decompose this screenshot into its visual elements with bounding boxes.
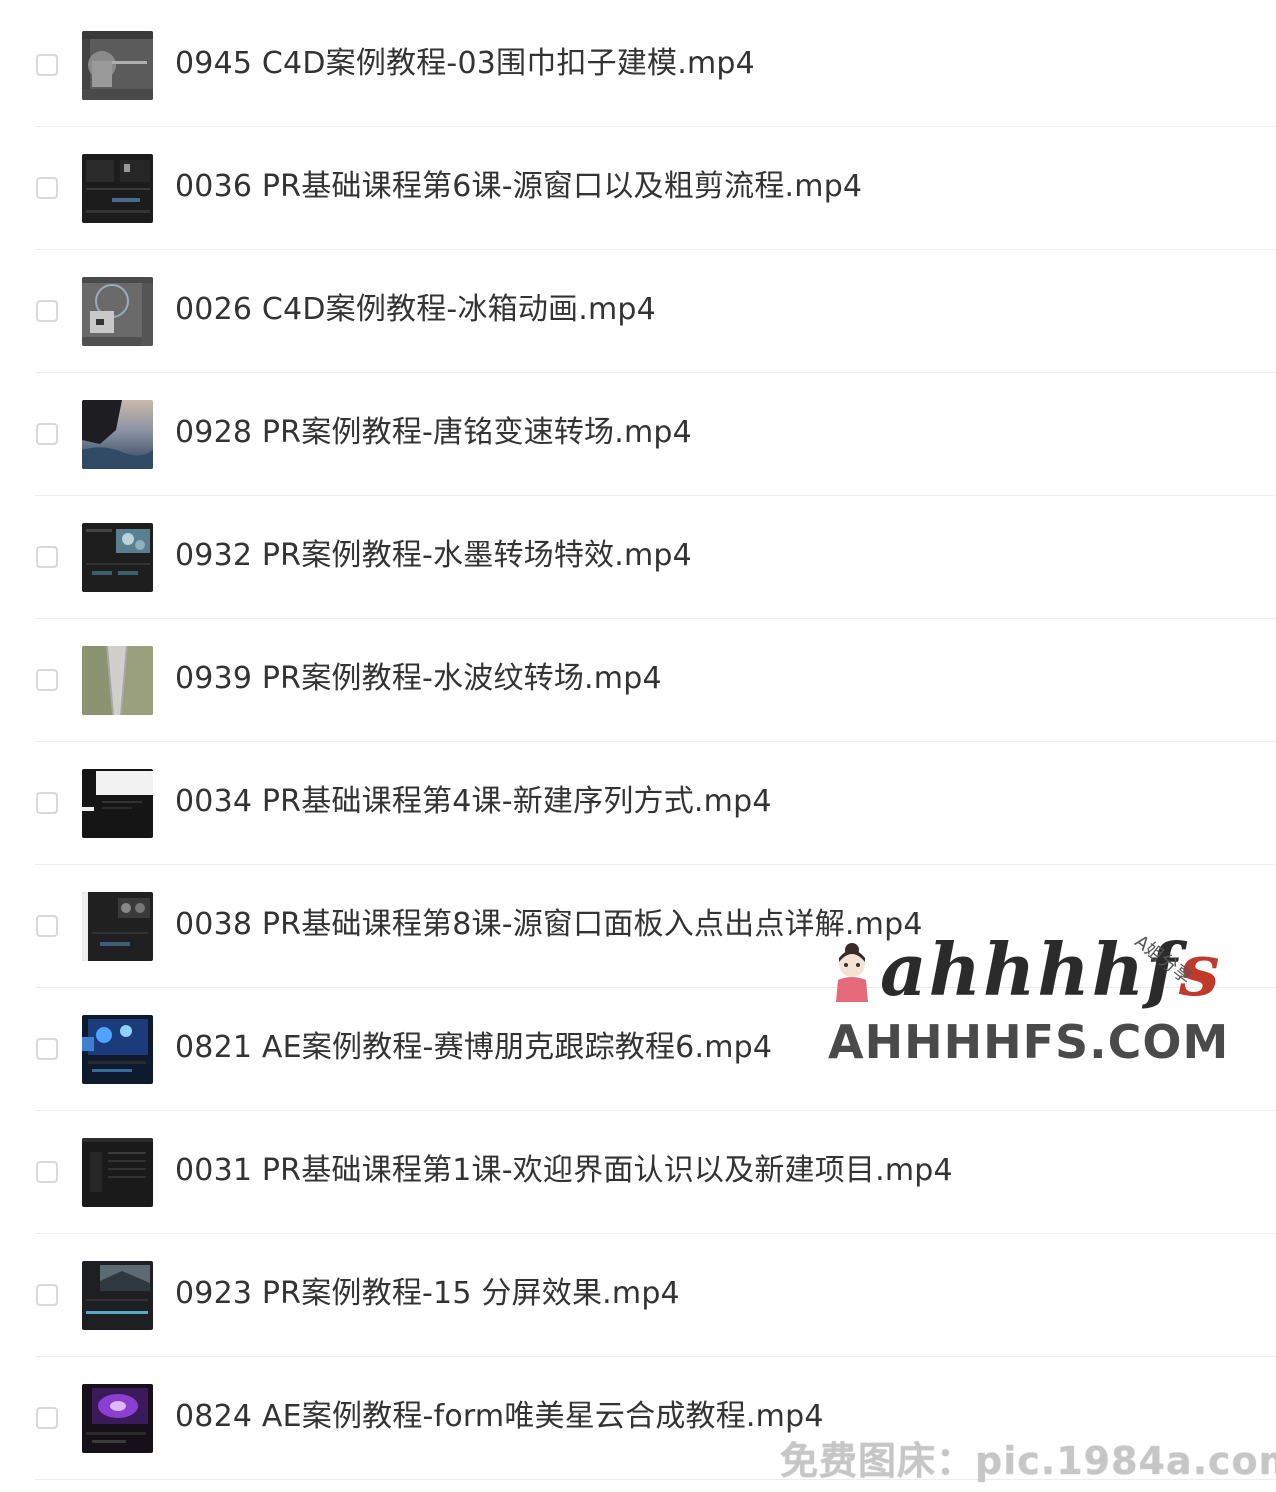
file-name[interactable]: 0945 C4D案例教程-03围巾扣子建模.mp4 [175,44,755,84]
video-thumbnail[interactable] [82,892,153,961]
aerial-road-thumbnail [82,646,153,715]
split-screen-thumbnail [82,1261,153,1330]
watermark-domain: AHHHHFS.COM [828,1015,1230,1069]
select-checkbox[interactable] [36,1407,58,1429]
file-name[interactable]: 0038 PR基础课程第8课-源窗口面板入点出点详解.mp4 [175,905,923,945]
select-checkbox[interactable] [36,423,58,445]
video-thumbnail[interactable] [82,646,153,715]
file-name[interactable]: 0939 PR案例教程-水波纹转场.mp4 [175,659,662,699]
video-thumbnail[interactable] [82,523,153,592]
premiere-ui-thumbnail [82,892,153,961]
file-name[interactable]: 0026 C4D案例教程-冰箱动画.mp4 [175,290,656,330]
c4d-viewport-thumbnail [82,31,153,100]
file-name[interactable]: 0923 PR案例教程-15 分屏效果.mp4 [175,1274,680,1314]
select-checkbox[interactable] [36,1161,58,1183]
file-row[interactable]: 0034 PR基础课程第4课-新建序列方式.mp4 [0,742,1276,865]
select-checkbox[interactable] [36,546,58,568]
file-name[interactable]: 0932 PR案例教程-水墨转场特效.mp4 [175,536,692,576]
video-thumbnail[interactable] [82,400,153,469]
select-checkbox[interactable] [36,792,58,814]
select-checkbox[interactable] [36,54,58,76]
watermark-script-main: ahhhhf [880,927,1180,1012]
file-row[interactable]: 0945 C4D案例教程-03围巾扣子建模.mp4 [0,4,1276,127]
file-row[interactable]: 0036 PR基础课程第6课-源窗口以及粗剪流程.mp4 [0,127,1276,250]
dark-welcome-thumbnail [82,1138,153,1207]
select-checkbox[interactable] [36,1038,58,1060]
file-row[interactable]: 0026 C4D案例教程-冰箱动画.mp4 [0,250,1276,373]
video-thumbnail[interactable] [82,769,153,838]
file-name[interactable]: 0034 PR基础课程第4课-新建序列方式.mp4 [175,782,772,822]
file-name[interactable]: 0036 PR基础课程第6课-源窗口以及粗剪流程.mp4 [175,167,862,207]
video-thumbnail[interactable] [82,1261,153,1330]
nebula-ae-thumbnail [82,1384,153,1453]
file-name[interactable]: 0928 PR案例教程-唐铭变速转场.mp4 [175,413,692,453]
video-thumbnail[interactable] [82,277,153,346]
select-checkbox[interactable] [36,177,58,199]
file-row[interactable]: 0928 PR案例教程-唐铭变速转场.mp4 [0,373,1276,496]
image-host-watermark: 免费图床：pic.1984a.com [780,1439,1276,1483]
select-checkbox[interactable] [36,915,58,937]
video-thumbnail[interactable] [82,154,153,223]
video-thumbnail[interactable] [82,1138,153,1207]
premiere-ui-thumbnail [82,154,153,223]
ocean-scene-thumbnail [82,400,153,469]
select-checkbox[interactable] [36,300,58,322]
file-row[interactable]: 0932 PR案例教程-水墨转场特效.mp4 [0,496,1276,619]
video-thumbnail[interactable] [82,31,153,100]
video-thumbnail[interactable] [82,1015,153,1084]
file-name[interactable]: 0824 AE案例教程-form唯美星云合成教程.mp4 [175,1397,824,1437]
video-thumbnail[interactable] [82,1384,153,1453]
select-checkbox[interactable] [36,669,58,691]
file-row[interactable]: 0923 PR案例教程-15 分屏效果.mp4 [0,1234,1276,1357]
file-name[interactable]: 0821 AE案例教程-赛博朋克跟踪教程6.mp4 [175,1028,772,1068]
girl-avatar-icon [836,943,868,1002]
dark-dialog-thumbnail [82,769,153,838]
file-row[interactable]: 0939 PR案例教程-水波纹转场.mp4 [0,619,1276,742]
select-checkbox[interactable] [36,1284,58,1306]
file-name[interactable]: 0031 PR基础课程第1课-欢迎界面认识以及新建项目.mp4 [175,1151,953,1191]
cyberpunk-ae-thumbnail [82,1015,153,1084]
file-row[interactable]: 0031 PR基础课程第1课-欢迎界面认识以及新建项目.mp4 [0,1111,1276,1234]
file-list: 0945 C4D案例教程-03围巾扣子建模.mp4 0036 PR基础课程第6课… [0,4,1276,1480]
c4d-viewport-thumbnail [82,277,153,346]
premiere-ui-thumbnail [82,523,153,592]
